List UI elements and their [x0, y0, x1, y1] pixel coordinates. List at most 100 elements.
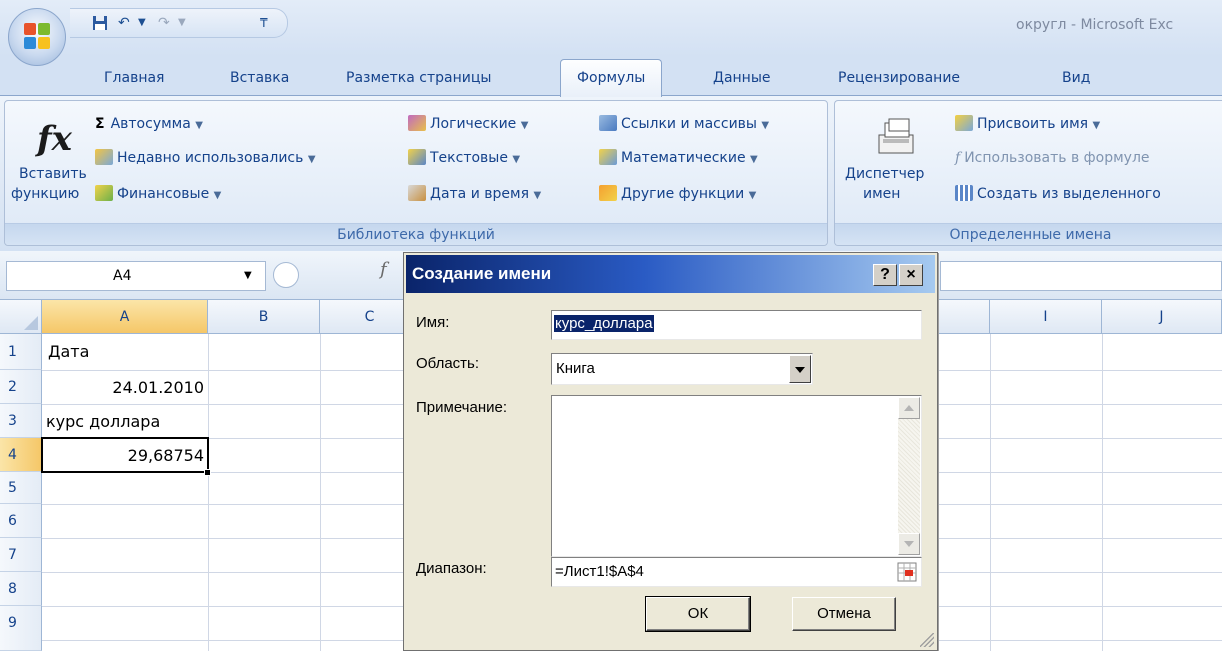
name-manager-label-1[interactable]: Диспетчер: [845, 165, 924, 183]
use-in-formula-label: Использовать в формуле: [964, 150, 1150, 166]
text-button[interactable]: Текстовые ▼: [408, 149, 520, 169]
comment-label: Примечание:: [416, 399, 507, 416]
customize-qat-icon[interactable]: ₸: [260, 15, 268, 31]
range-input-value: =Лист1!$A$4: [555, 563, 644, 580]
tab-insert[interactable]: Вставка: [230, 70, 289, 86]
insert-function-fx-icon[interactable]: f: [380, 259, 387, 280]
tab-review[interactable]: Рецензирование: [838, 70, 960, 86]
row-header-6[interactable]: 6: [0, 504, 42, 538]
scroll-down-icon[interactable]: [898, 533, 920, 555]
row-header-5[interactable]: 5: [0, 472, 42, 504]
create-from-selection-button[interactable]: Создать из выделенного: [955, 185, 1161, 203]
create-name-dialog: Создание имени ? × Имя: курс_доллара Обл…: [403, 252, 938, 651]
tab-formulas[interactable]: Формулы: [560, 59, 663, 97]
financial-button[interactable]: Финансовые ▼: [95, 185, 221, 205]
lookup-button[interactable]: Ссылки и массивы ▼: [599, 115, 769, 135]
define-name-label: Присвоить имя: [977, 116, 1089, 132]
chevron-down-icon: ▼: [761, 120, 770, 131]
math-label: Математические: [621, 150, 746, 166]
more-functions-button[interactable]: Другие функции ▼: [599, 185, 756, 205]
name-manager-label-2[interactable]: имен: [863, 185, 900, 203]
tab-page-layout[interactable]: Разметка страницы: [346, 70, 491, 86]
resize-grip-icon[interactable]: [920, 633, 934, 647]
title-bar: ↶ ▼ ↷ ▼ ₸ округл - Microsoft Exc: [0, 0, 1222, 66]
calendar-book-icon: [408, 185, 426, 201]
formula-bar-handle-icon[interactable]: [273, 262, 299, 288]
undo-dropdown-icon[interactable]: ▼: [138, 15, 146, 31]
row-header-3[interactable]: 3: [0, 404, 42, 438]
select-all-corner[interactable]: [0, 300, 42, 334]
math-button[interactable]: Математические ▼: [599, 149, 758, 169]
column-header-a[interactable]: A: [42, 300, 208, 334]
comment-textarea[interactable]: [551, 395, 922, 557]
cell-a1[interactable]: Дата: [48, 336, 89, 368]
gridline: [208, 334, 209, 651]
office-logo-icon: [24, 23, 52, 51]
cell-a2[interactable]: 24.01.2010: [42, 372, 204, 404]
active-cell-border: [41, 437, 209, 473]
insert-function-label-2[interactable]: функцию: [11, 185, 79, 203]
use-in-formula-button[interactable]: f Использовать в формуле: [955, 149, 1150, 167]
name-box-dropdown-icon[interactable]: ▼: [244, 270, 252, 281]
quick-access-toolbar: ↶ ▼ ↷ ▼ ₸: [70, 8, 288, 38]
ribbon-tabs: Главная Вставка Разметка страницы Формул…: [0, 56, 1222, 97]
scope-label: Область:: [416, 355, 480, 372]
dialog-title-bar[interactable]: Создание имени ? ×: [406, 255, 935, 293]
column-header-j[interactable]: J: [1102, 300, 1222, 334]
sigma-icon: Σ: [95, 116, 105, 132]
chevron-down-icon: ▼: [195, 120, 203, 131]
comment-scrollbar[interactable]: [898, 397, 920, 555]
chevron-down-icon: ▼: [520, 120, 529, 131]
formula-input[interactable]: [940, 261, 1222, 291]
cell-a3[interactable]: курс доллара: [46, 406, 160, 438]
autosum-label: Автосумма: [110, 116, 191, 132]
chevron-down-icon[interactable]: [789, 355, 811, 383]
column-header-b[interactable]: B: [208, 300, 320, 334]
chevron-down-icon: ▼: [307, 154, 316, 165]
name-box[interactable]: A4: [6, 261, 266, 291]
range-input[interactable]: =Лист1!$A$4: [551, 557, 922, 587]
recent-functions-button[interactable]: Недавно использовались ▼: [95, 149, 316, 169]
tab-view[interactable]: Вид: [1062, 70, 1090, 86]
office-button[interactable]: [8, 8, 66, 66]
autosum-button[interactable]: Σ Автосумма ▼: [95, 115, 203, 135]
column-header-h[interactable]: [938, 300, 990, 334]
cancel-button[interactable]: Отмена: [792, 597, 896, 631]
undo-icon[interactable]: ↶: [118, 15, 130, 31]
chevron-down-icon: ▼: [533, 190, 542, 201]
ok-button[interactable]: ОК: [645, 596, 751, 632]
row-header-7[interactable]: 7: [0, 538, 42, 572]
name-manager-icon[interactable]: [875, 117, 917, 159]
logical-button[interactable]: Логические ▼: [408, 115, 528, 135]
redo-dropdown-icon[interactable]: ▼: [178, 15, 186, 31]
save-icon[interactable]: [92, 15, 108, 35]
insert-function-icon[interactable]: fx: [37, 119, 72, 159]
row-header-9[interactable]: 9: [0, 606, 42, 651]
name-input[interactable]: курс_доллара: [551, 310, 922, 340]
close-button[interactable]: ×: [899, 264, 923, 286]
text-label: Текстовые: [430, 150, 508, 166]
collapse-dialog-icon[interactable]: [897, 562, 917, 582]
scope-select[interactable]: Книга: [551, 353, 813, 385]
row-header-8[interactable]: 8: [0, 572, 42, 606]
define-name-button[interactable]: Присвоить имя ▼: [955, 115, 1100, 135]
tab-data[interactable]: Данные: [713, 70, 771, 86]
ribbon: fx Вставить функцию Σ Автосумма ▼ Недавно…: [0, 95, 1222, 251]
defined-names-group: Диспетчер имен Присвоить имя ▼ f Использо…: [834, 100, 1222, 246]
range-label: Диапазон:: [416, 560, 487, 577]
chevron-down-icon: ▼: [1092, 120, 1101, 131]
row-header-1[interactable]: 1: [0, 334, 42, 370]
fill-handle[interactable]: [204, 469, 211, 476]
redo-icon[interactable]: ↷: [158, 15, 170, 31]
logical-book-icon: [408, 115, 426, 131]
tab-home[interactable]: Главная: [104, 70, 164, 86]
column-header-i[interactable]: I: [990, 300, 1102, 334]
help-button[interactable]: ?: [873, 264, 897, 286]
defined-names-label: Определенные имена: [835, 223, 1222, 245]
row-header-2[interactable]: 2: [0, 370, 42, 404]
row-header-4[interactable]: 4: [0, 438, 42, 472]
datetime-button[interactable]: Дата и время ▼: [408, 185, 541, 205]
insert-function-label-1[interactable]: Вставить: [19, 165, 87, 183]
scroll-up-icon[interactable]: [898, 397, 920, 419]
text-book-icon: [408, 149, 426, 165]
